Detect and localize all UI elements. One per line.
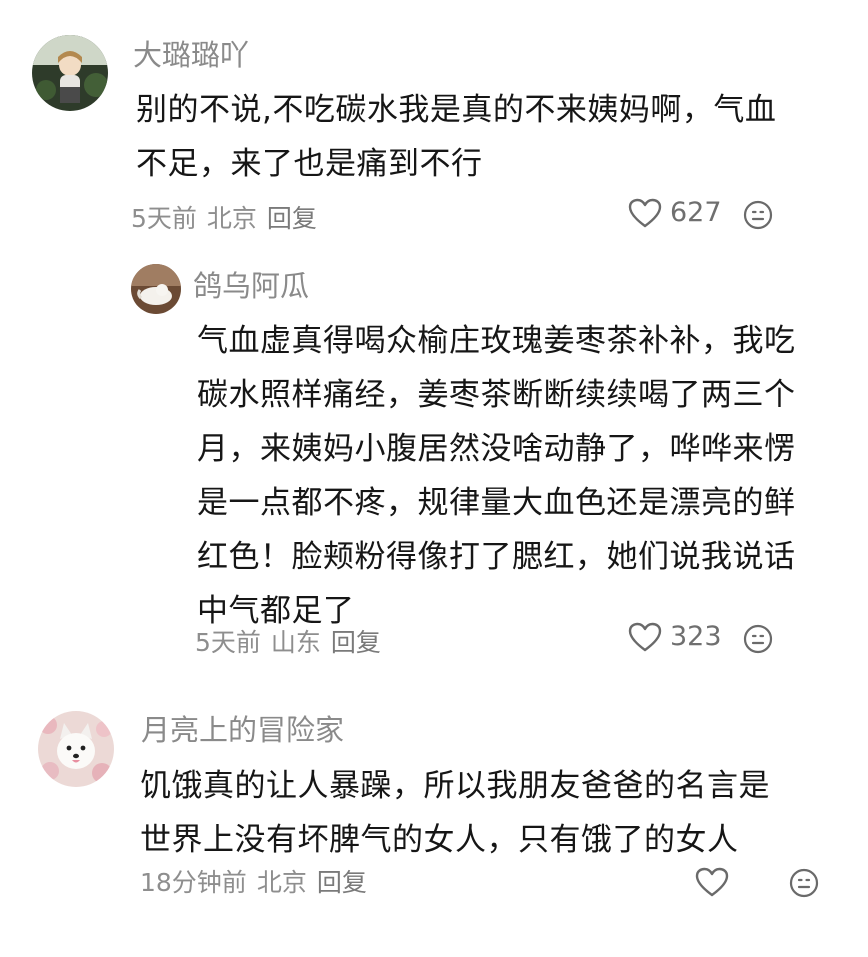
smiley-face-icon (789, 868, 819, 898)
comment-text-line: 饥饿真的让人暴躁，所以我朋友爸爸的名言是 (140, 768, 770, 804)
avatar[interactable] (131, 264, 181, 314)
comment-text-line: 气血虚真得喝众榆庄玫瑰姜枣茶补补，我吃 (197, 323, 796, 359)
comment-meta: 18分钟前 北京 回复 (140, 867, 377, 899)
comment-meta: 5天前 山东 回复 (195, 627, 391, 659)
avatar-image-icon (38, 711, 114, 787)
like-count: 627 (670, 197, 722, 228)
emoji-reaction-button[interactable] (789, 868, 819, 898)
emoji-reaction-button[interactable] (743, 200, 773, 230)
comment-text-line: 别的不说,不吃碳水我是真的不来姨妈啊，气血 (136, 92, 777, 128)
heart-icon (628, 198, 662, 228)
avatar[interactable] (38, 711, 114, 787)
avatar-image-icon (131, 264, 181, 314)
comment-text-line: 碳水照样痛经，姜枣茶断断续续喝了两三个 (197, 377, 796, 413)
like-button[interactable]: 627 (628, 197, 722, 229)
like-count: 323 (670, 621, 722, 652)
reply-button[interactable]: 回复 (267, 204, 317, 233)
timestamp: 18分钟前 (140, 868, 247, 897)
heart-icon (695, 867, 729, 897)
smiley-face-icon (743, 200, 773, 230)
comment-text-line: 月，来姨妈小腹居然没啥动静了，哗哗来愣 (197, 431, 796, 467)
avatar[interactable] (32, 35, 108, 111)
comment-meta: 5天前 北京 回复 (131, 203, 327, 235)
comment-text-line: 不足，来了也是痛到不行 (136, 146, 483, 182)
comment-text: 气血虚真得喝众榆庄玫瑰姜枣茶补补，我吃 碳水照样痛经，姜枣茶断断续续喝了两三个 … (197, 314, 837, 638)
smiley-face-icon (743, 624, 773, 654)
location: 北京 (206, 204, 257, 233)
heart-icon (628, 622, 662, 652)
emoji-reaction-button[interactable] (743, 624, 773, 654)
comment-text-line: 世界上没有坏脾气的女人，只有饿了的女人 (140, 822, 739, 858)
comment-text-line: 红色！脸颊粉得像打了腮红，她们说我说话 (197, 539, 796, 575)
username[interactable]: 月亮上的冒险家 (141, 712, 344, 748)
reply-button[interactable]: 回复 (331, 628, 381, 657)
username[interactable]: 大璐璐吖 (133, 37, 249, 73)
comment-text: 饥饿真的让人暴躁，所以我朋友爸爸的名言是 世界上没有坏脾气的女人，只有饿了的女人 (140, 759, 840, 867)
comment-text: 别的不说,不吃碳水我是真的不来姨妈啊，气血 不足，来了也是痛到不行 (136, 83, 836, 191)
timestamp: 5天前 (195, 628, 261, 657)
timestamp: 5天前 (131, 204, 197, 233)
username[interactable]: 鸽乌阿瓜 (193, 268, 309, 304)
avatar-image-icon (32, 35, 108, 111)
location: 北京 (256, 868, 307, 897)
reply-button[interactable]: 回复 (317, 868, 367, 897)
comment-text-line: 是一点都不疼，规律量大血色还是漂亮的鲜 (197, 485, 796, 521)
location: 山东 (270, 628, 321, 657)
like-button[interactable]: 323 (628, 621, 722, 653)
like-button[interactable] (695, 867, 737, 897)
